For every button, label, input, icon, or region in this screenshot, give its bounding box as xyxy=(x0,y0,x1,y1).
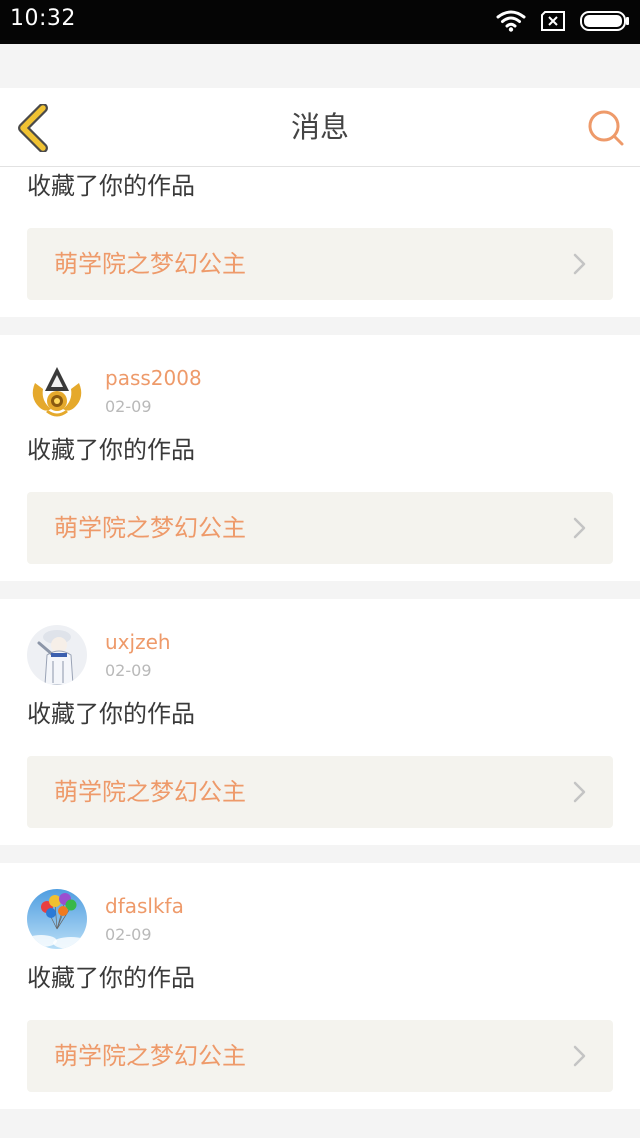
search-button[interactable] xyxy=(586,108,626,148)
status-icons xyxy=(496,9,630,37)
work-link[interactable]: 萌学院之梦幻公主 xyxy=(27,1020,613,1092)
username[interactable]: pass2008 xyxy=(105,366,202,390)
message-action: 收藏了你的作品 xyxy=(27,436,195,464)
message-action: 收藏了你的作品 xyxy=(27,964,195,992)
user-avatar[interactable] xyxy=(27,361,87,421)
message-list-inner: 02-09 收藏了你的作品 萌学院之梦幻公主 xyxy=(0,167,640,1127)
user-avatar[interactable] xyxy=(27,889,87,949)
work-title: 萌学院之梦幻公主 xyxy=(54,1042,246,1070)
message-list[interactable]: 02-09 收藏了你的作品 萌学院之梦幻公主 xyxy=(0,167,640,1138)
work-link[interactable]: 萌学院之梦幻公主 xyxy=(27,756,613,828)
search-icon xyxy=(588,110,624,146)
message-card: 02-09 收藏了你的作品 萌学院之梦幻公主 xyxy=(0,167,640,317)
chevron-left-icon xyxy=(18,103,48,153)
username[interactable]: uxjzeh xyxy=(105,630,171,654)
message-date: 02-09 xyxy=(105,397,152,416)
back-button[interactable] xyxy=(12,103,60,153)
message-date: 02-09 xyxy=(105,661,152,680)
work-title: 萌学院之梦幻公主 xyxy=(54,778,246,806)
chevron-right-icon xyxy=(573,253,586,275)
message-action: 收藏了你的作品 xyxy=(27,700,195,728)
wifi-icon xyxy=(496,10,526,36)
work-title: 萌学院之梦幻公主 xyxy=(54,250,246,278)
status-time: 10:32 xyxy=(10,6,76,31)
chevron-right-icon xyxy=(573,781,586,803)
work-title: 萌学院之梦幻公主 xyxy=(54,514,246,542)
message-date: 02-09 xyxy=(105,925,152,944)
app-header: 消息 xyxy=(0,88,640,167)
username[interactable]: dfaslkfa xyxy=(105,894,184,918)
sim-x-icon xyxy=(540,11,566,35)
chevron-right-icon xyxy=(573,517,586,539)
user-avatar[interactable] xyxy=(27,625,87,685)
message-card: dfaslkfa 02-09 收藏了你的作品 萌学院之梦幻公主 xyxy=(0,863,640,1109)
message-card: uxjzeh 02-09 收藏了你的作品 萌学院之梦幻公主 xyxy=(0,599,640,845)
battery-icon xyxy=(580,11,630,35)
message-action: 收藏了你的作品 xyxy=(27,172,195,200)
work-link[interactable]: 萌学院之梦幻公主 xyxy=(27,228,613,300)
status-bar: 10:32 xyxy=(0,0,640,44)
page-title: 消息 xyxy=(290,110,349,144)
work-link[interactable]: 萌学院之梦幻公主 xyxy=(27,492,613,564)
message-card: pass2008 02-09 收藏了你的作品 萌学院之梦幻公主 xyxy=(0,335,640,581)
chevron-right-icon xyxy=(573,1045,586,1067)
top-spacer xyxy=(0,44,640,88)
